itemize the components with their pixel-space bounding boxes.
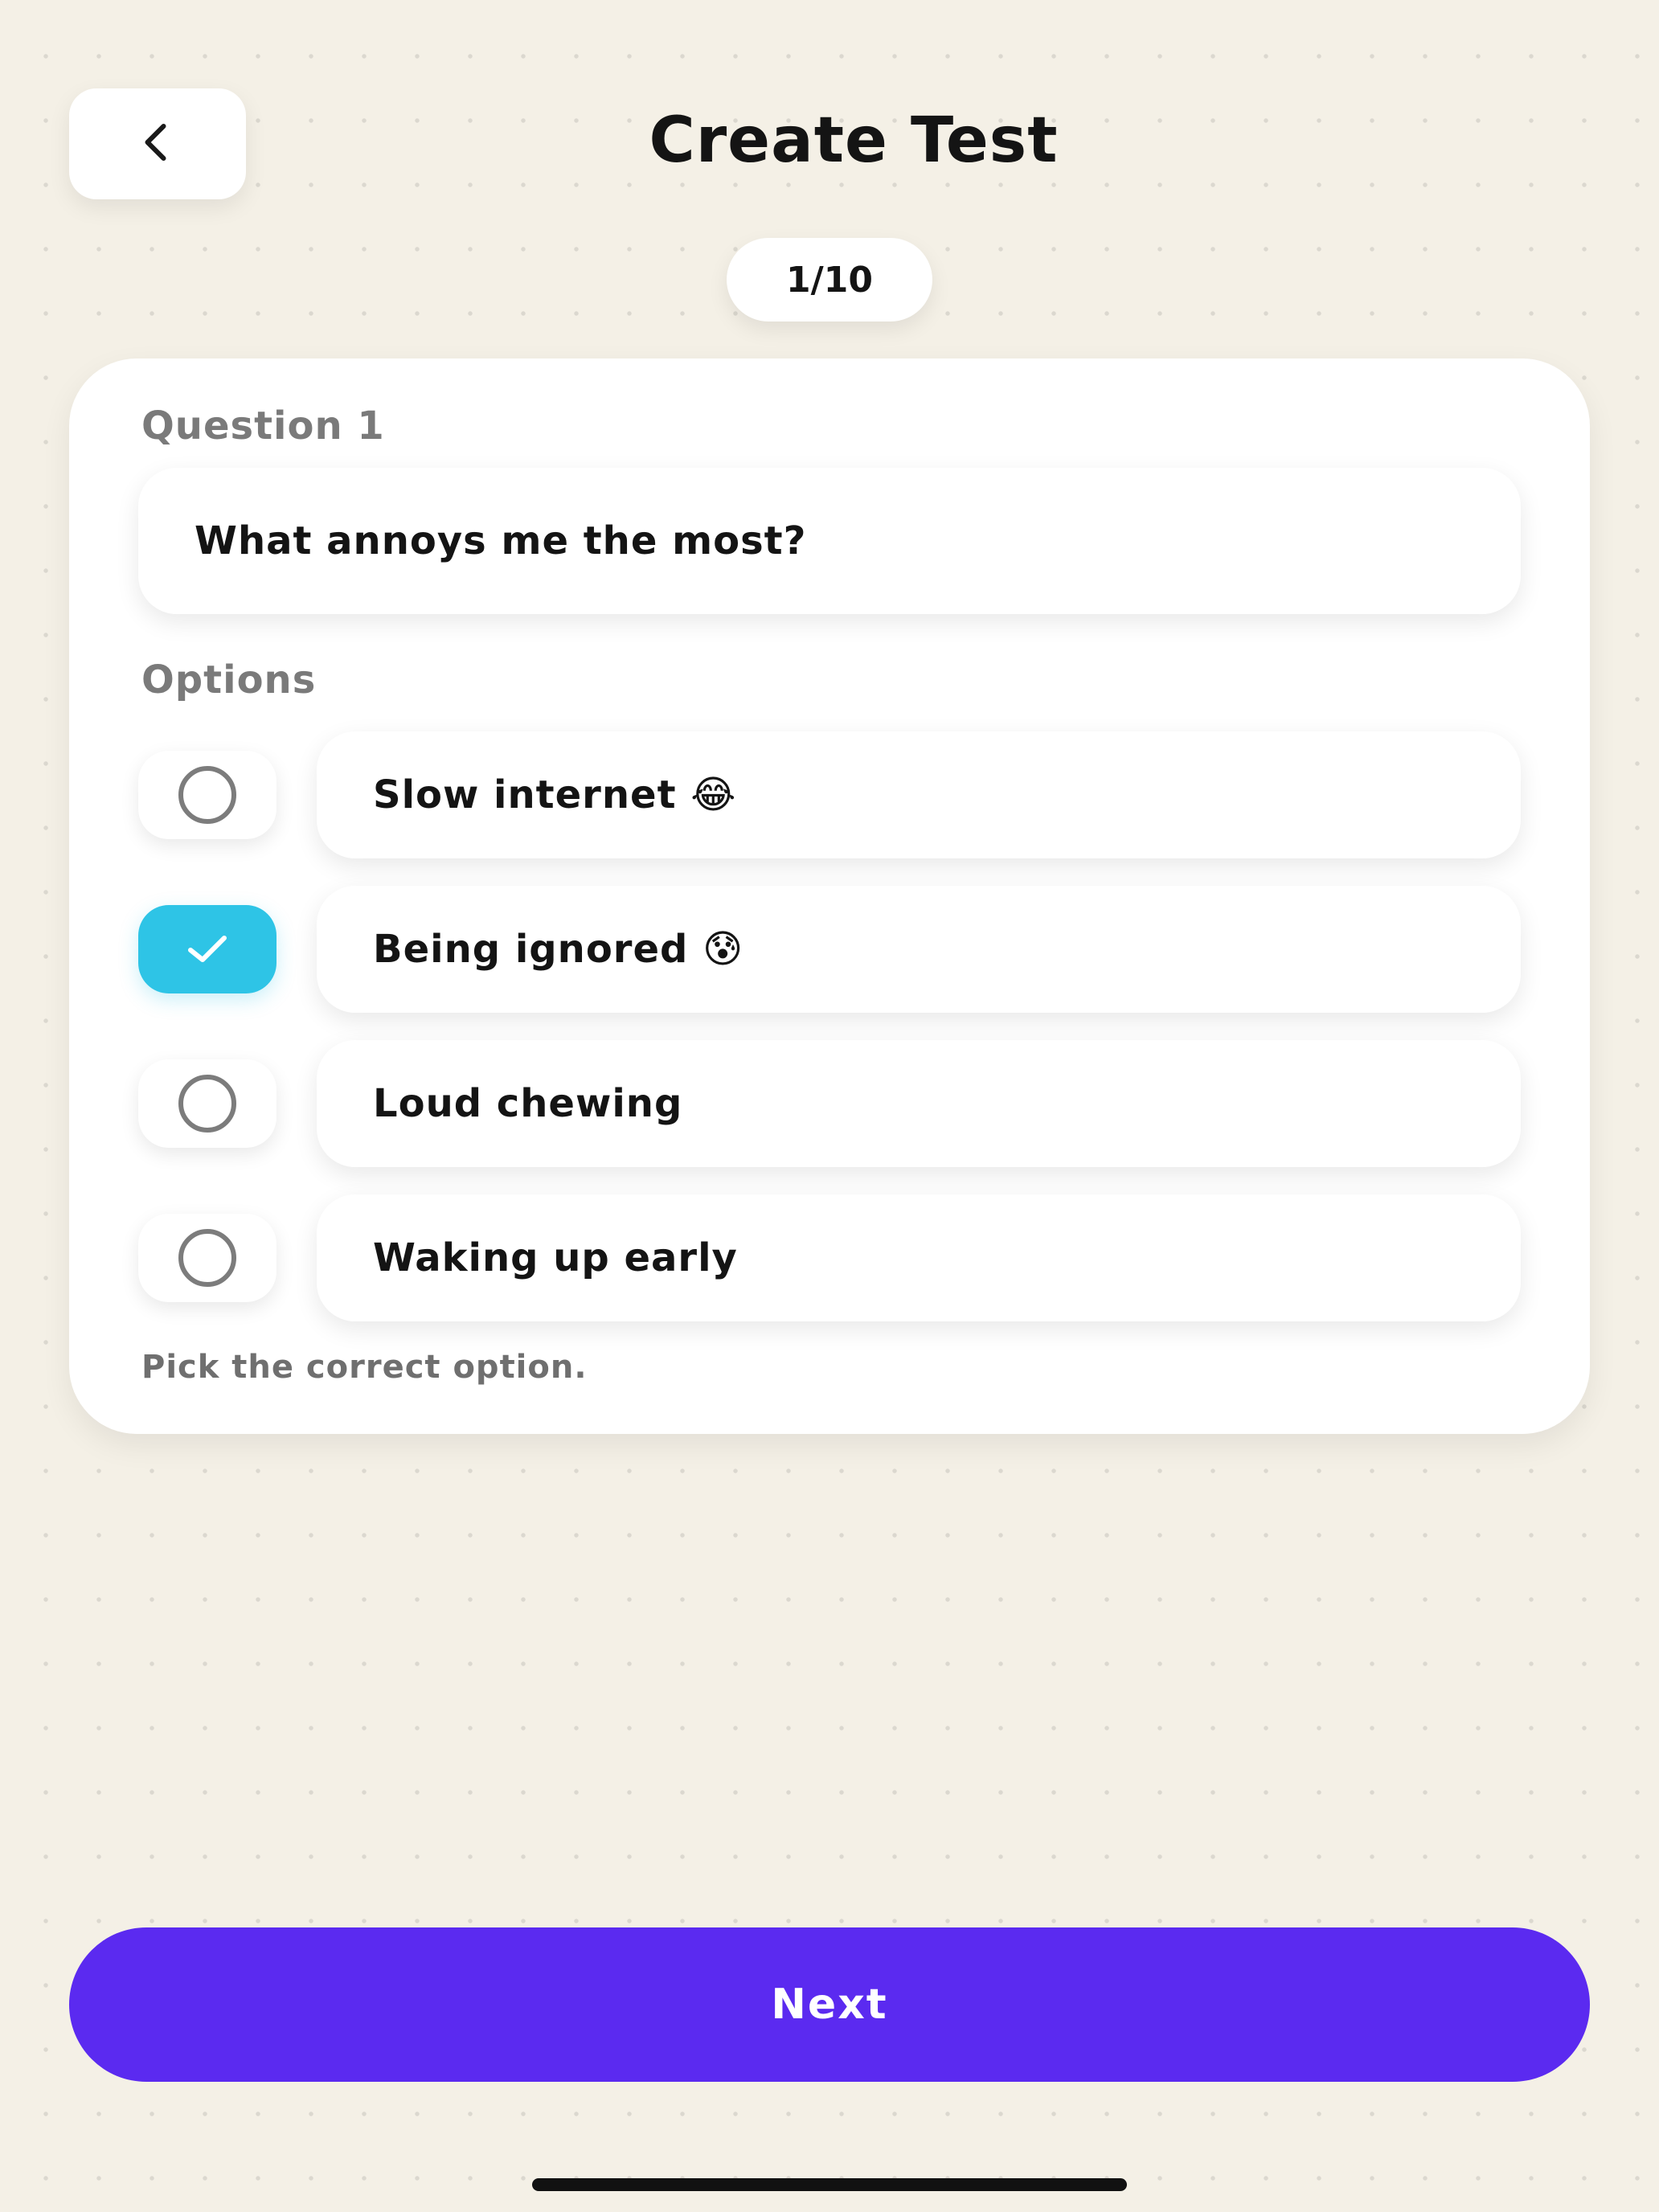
- option-3-input[interactable]: Loud chewing: [317, 1040, 1521, 1167]
- option-row-2: Being ignored 😰: [138, 886, 1521, 1013]
- option-row-3: Loud chewing: [138, 1040, 1521, 1167]
- question-card: Question 1 What annoys me the most? Opti…: [69, 358, 1590, 1434]
- radio-empty-icon: [178, 1229, 236, 1287]
- option-row-4: Waking up early: [138, 1194, 1521, 1321]
- page-title: Create Test: [649, 104, 1059, 177]
- option-2-input[interactable]: Being ignored 😰: [317, 886, 1521, 1013]
- radio-empty-icon: [178, 1075, 236, 1133]
- options-label: Options: [141, 657, 317, 703]
- checkmark-icon: [178, 919, 236, 980]
- option-4-radio[interactable]: [138, 1214, 276, 1302]
- option-1-radio[interactable]: [138, 751, 276, 839]
- home-indicator: [532, 2178, 1127, 2191]
- question-input[interactable]: What annoys me the most?: [138, 468, 1521, 614]
- progress-counter: 1/10: [727, 238, 932, 322]
- option-1-input[interactable]: Slow internet 😂: [317, 731, 1521, 858]
- hint-text: Pick the correct option.: [141, 1349, 588, 1386]
- option-3-radio[interactable]: [138, 1059, 276, 1148]
- option-row-1: Slow internet 😂: [138, 731, 1521, 858]
- question-label: Question 1: [141, 403, 385, 449]
- option-2-radio[interactable]: [138, 905, 276, 993]
- option-4-input[interactable]: Waking up early: [317, 1194, 1521, 1321]
- next-button[interactable]: Next: [69, 1927, 1590, 2082]
- radio-empty-icon: [178, 766, 236, 824]
